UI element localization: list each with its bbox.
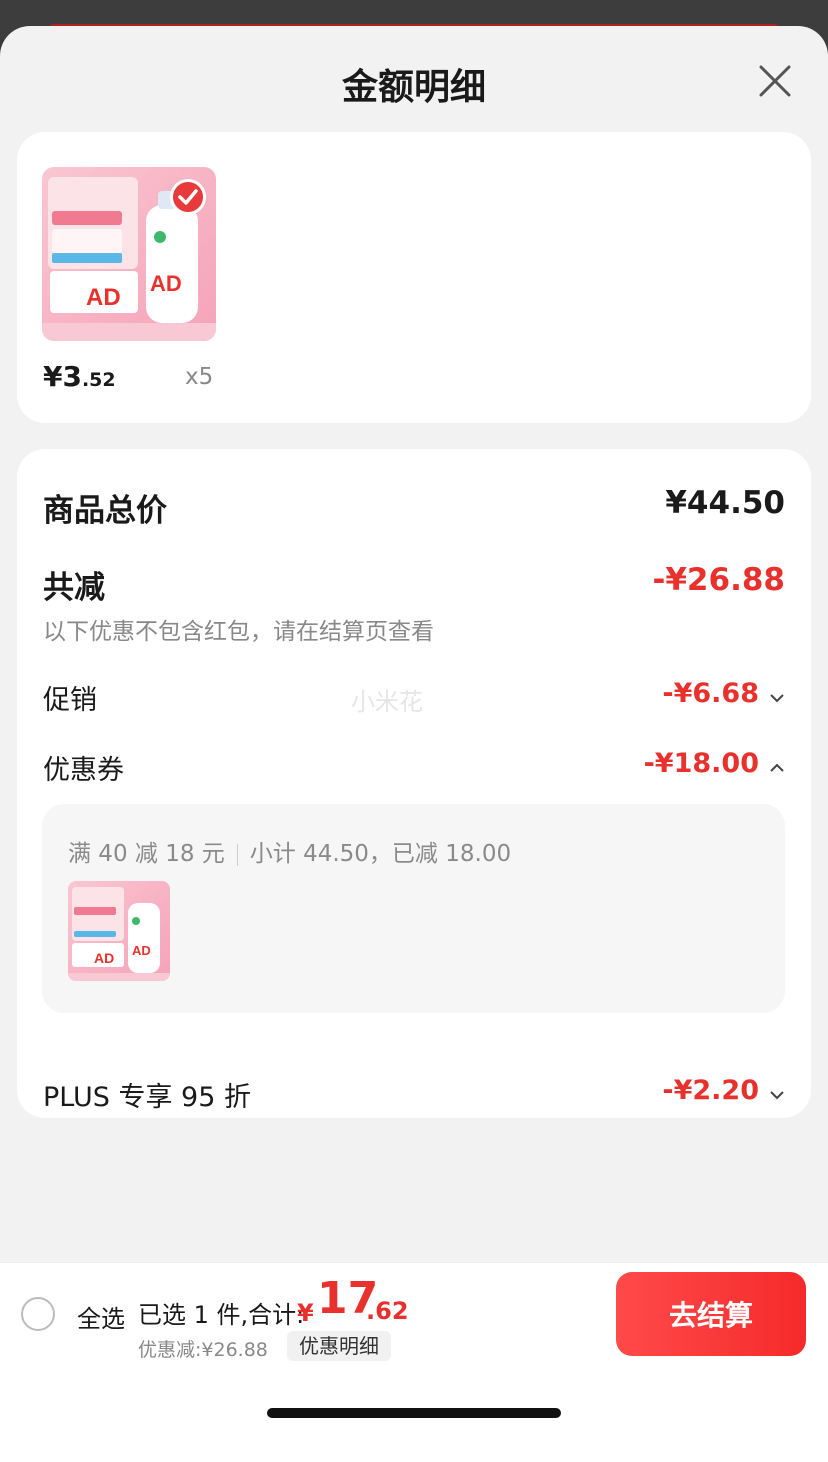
svg-text:AD: AD [132, 943, 151, 958]
total-reduce-amount: -¥26.88 [652, 562, 786, 598]
coupon-summary: 小计 44.50，已减 18.00 [249, 841, 512, 867]
plus-discount-label: PLUS 专享 95 折 [43, 1082, 251, 1113]
select-all-label[interactable]: 全选 [77, 1299, 125, 1334]
plus-discount-amount: -¥2.20 [662, 1075, 759, 1106]
product-price-int: ¥3 [43, 360, 82, 393]
product-image[interactable]: AD AD [42, 167, 216, 341]
coupon-detail-box: 满 40 减 18 元小计 44.50，已减 18.00 AD AD [42, 804, 785, 1013]
home-indicator-area [0, 1362, 828, 1462]
selected-count-text: 已选 1 件,合计: [138, 1301, 305, 1329]
coupon-divider [236, 843, 238, 866]
goods-total-amount: ¥44.50 [665, 485, 785, 521]
svg-text:AD: AD [94, 950, 114, 966]
check-icon [178, 189, 198, 205]
selected-check [170, 179, 206, 215]
checkout-bar: 全选 已选 1 件,合计: ¥ 17 .62 优惠减:¥26.88 优惠明细 去… [0, 1262, 828, 1362]
product-price-decimal: .52 [81, 369, 116, 391]
product-card: AD AD ¥3.52 x5 [17, 132, 811, 423]
promotion-amount: -¥6.68 [662, 678, 759, 709]
discount-detail-button[interactable]: 优惠明细 [287, 1331, 391, 1361]
reduce-note: 以下优惠不包含红包，请在结算页查看 [43, 619, 434, 645]
coupon-rule: 满 40 减 18 元 [68, 841, 225, 867]
product-quantity: x5 [185, 364, 214, 390]
total-reduce-label: 共减 [43, 570, 105, 606]
home-indicator[interactable] [267, 1408, 561, 1418]
coupon-label: 优惠券 [43, 755, 124, 786]
price-detail-card: 商品总价 ¥44.50 共减 -¥26.88 以下优惠不包含红包，请在结算页查看… [17, 449, 811, 1118]
coupon-amount: -¥18.00 [643, 748, 759, 779]
svg-text:AD: AD [86, 284, 121, 311]
chevron-up-icon [765, 758, 785, 777]
total-currency: ¥ [297, 1299, 314, 1327]
select-all-radio[interactable] [21, 1297, 55, 1331]
promotion-label: 促销 [43, 685, 97, 716]
chevron-down-icon [765, 688, 785, 707]
plus-row-toggle[interactable]: -¥2.20 [662, 1075, 785, 1106]
coupon-product-illustration: AD AD [68, 887, 170, 981]
goods-total-label: 商品总价 [43, 493, 167, 529]
discount-summary: 优惠减:¥26.88 [138, 1339, 268, 1361]
watermark-text: 小米花 [351, 688, 423, 716]
sheet-title: 金额明细 [341, 67, 486, 108]
checkout-button[interactable]: 去结算 [616, 1272, 806, 1356]
coupon-row-toggle[interactable]: -¥18.00 [644, 748, 785, 779]
promotion-row-toggle[interactable]: -¥6.68 [662, 678, 785, 709]
close-button[interactable] [752, 58, 798, 104]
coupon-description: 满 40 减 18 元小计 44.50，已减 18.00 [68, 834, 511, 868]
coupon-product-image[interactable]: AD AD [68, 881, 170, 981]
amount-detail-sheet: 金额明细 AD AD ¥3.52 x5 商品总价 ¥44.50 共减 -¥26.… [0, 26, 828, 1462]
close-icon [759, 65, 791, 97]
product-price: ¥3.52 [43, 360, 116, 393]
total-price-decimal: .62 [366, 1297, 409, 1325]
svg-text:AD: AD [150, 271, 182, 296]
chevron-down-icon [765, 1085, 785, 1104]
